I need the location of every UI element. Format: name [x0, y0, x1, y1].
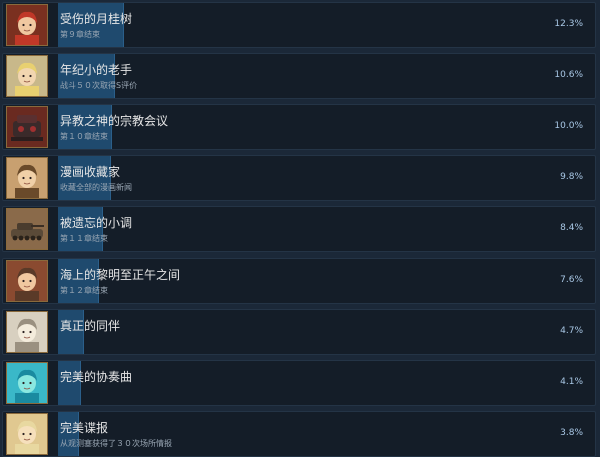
achievement-title: 海上的黎明至正午之间 [60, 267, 181, 282]
achievement-description: 从观测塞获得了３０次场所情报 [60, 438, 172, 448]
achievement-title: 完美的协奏曲 [60, 369, 133, 384]
dark-machine-icon [6, 106, 48, 149]
red-haired-girl-portrait-icon [6, 4, 48, 46]
unlock-percentage: 3.8% [560, 427, 583, 438]
achievement-title: 被遗忘的小调 [60, 216, 133, 231]
achievement-row[interactable]: 异教之神的宗教会议第１０章结束 10.0% [2, 104, 596, 151]
achievement-row[interactable]: 漫画收藏家收藏全部的漫画新闻 9.8% [2, 155, 596, 202]
achievement-description: 收藏全部的漫画新闻 [60, 183, 132, 193]
unlock-percentage: 4.7% [560, 325, 583, 336]
achievement-title: 真正的同伴 [60, 318, 121, 333]
achievement-row[interactable]: 受伤的月桂树第９章结束 12.3% [2, 2, 596, 48]
achievement-row[interactable]: 被遗忘的小调第１１章结束 8.4% [2, 206, 596, 253]
achievement-description: 第１２章结束 [60, 285, 108, 295]
achievement-title: 漫画收藏家 [60, 165, 121, 180]
blonde-soldier-portrait-icon [6, 55, 48, 98]
tank-icon [6, 208, 48, 251]
unlock-percentage: 9.8% [560, 172, 583, 183]
achievement-row[interactable]: 年纪小的老手战斗５０次取得S评价 10.6% [2, 53, 596, 100]
achievement-description: 第１１章结束 [60, 234, 108, 244]
unlock-percentage: 8.4% [560, 223, 583, 234]
achievement-description: 第９章结束 [60, 30, 100, 39]
unlock-percentage: 10.6% [554, 70, 583, 81]
achievement-row[interactable]: 完美谍报从观测塞获得了３０次场所情报 3.8% [2, 410, 596, 457]
unlock-percentage: 7.6% [560, 274, 583, 285]
achievement-row[interactable]: 真正的同伴 4.7% [2, 308, 596, 355]
unlock-percentage: 12.3% [554, 19, 583, 29]
officer-portrait-icon [6, 259, 48, 302]
achievement-list: 受伤的月桂树第９章结束 12.3% 年纪小的老手战斗５０次取得S评价 10.6% 异教之… [0, 0, 600, 457]
achievement-description: 战斗５０次取得S评价 [60, 81, 138, 91]
unlock-percentage: 4.1% [560, 376, 583, 387]
achievement-title: 受伤的月桂树 [60, 12, 133, 26]
man-portrait-icon [6, 157, 48, 200]
achievement-description: 第１０章结束 [60, 132, 108, 142]
achievement-row[interactable]: 海上的黎明至正午之间第１２章结束 7.6% [2, 257, 596, 304]
achievement-row[interactable]: 完美的协奏曲 4.1% [2, 359, 596, 406]
cyan-character-portrait-icon [6, 361, 48, 404]
achievement-title: 完美谍报 [60, 420, 109, 435]
achievement-title: 年纪小的老手 [60, 63, 133, 78]
achievement-title: 异教之神的宗教会议 [60, 114, 169, 129]
unlock-percentage: 10.0% [554, 121, 583, 132]
cat-eared-girl-portrait-icon [6, 412, 48, 455]
sketch-portrait-icon [6, 310, 48, 353]
